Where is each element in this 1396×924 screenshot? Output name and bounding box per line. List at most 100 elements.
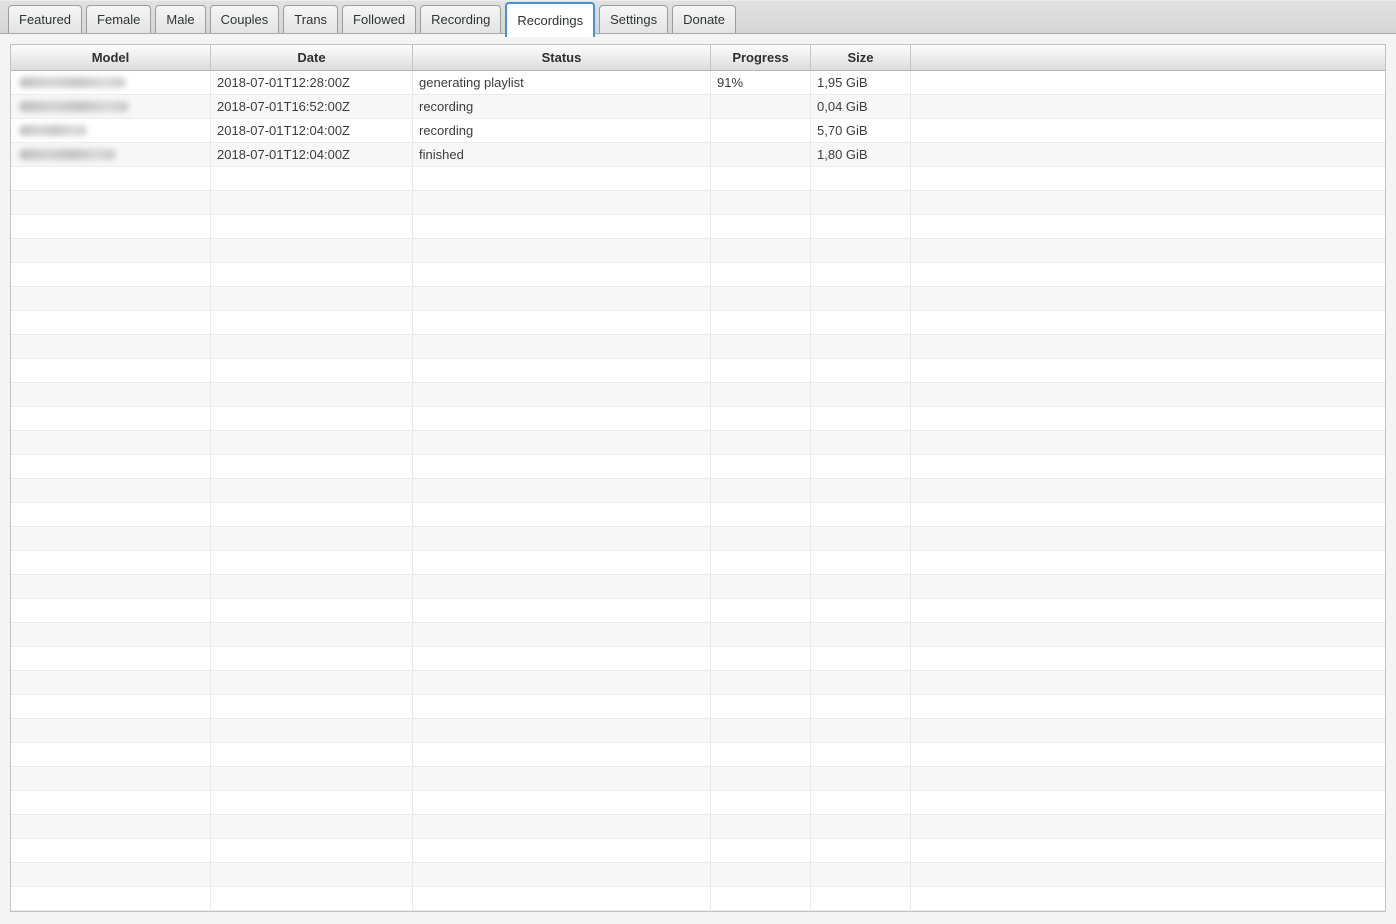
cell-size bbox=[811, 551, 911, 574]
table-row-empty[interactable] bbox=[11, 815, 1385, 839]
table-row-empty[interactable] bbox=[11, 623, 1385, 647]
cell-model bbox=[11, 695, 211, 718]
cell-size bbox=[811, 359, 911, 382]
cell-size: 1,80 GiB bbox=[811, 143, 911, 166]
table-row-empty[interactable] bbox=[11, 455, 1385, 479]
table-row-empty[interactable] bbox=[11, 647, 1385, 671]
table-row-empty[interactable] bbox=[11, 599, 1385, 623]
cell-status bbox=[413, 815, 711, 838]
table-row-empty[interactable] bbox=[11, 383, 1385, 407]
table-row-empty[interactable] bbox=[11, 311, 1385, 335]
cell-empty bbox=[911, 887, 1385, 910]
table-row-empty[interactable] bbox=[11, 839, 1385, 863]
table-row-empty[interactable] bbox=[11, 743, 1385, 767]
tab-couples[interactable]: Couples bbox=[210, 5, 280, 33]
cell-status bbox=[413, 791, 711, 814]
cell-model bbox=[11, 431, 211, 454]
cell-status bbox=[413, 167, 711, 190]
cell-status bbox=[413, 551, 711, 574]
table-row-empty[interactable] bbox=[11, 359, 1385, 383]
cell-empty bbox=[911, 791, 1385, 814]
table-row-empty[interactable] bbox=[11, 287, 1385, 311]
cell-size bbox=[811, 815, 911, 838]
cell-date bbox=[211, 863, 413, 886]
table-row-empty[interactable] bbox=[11, 575, 1385, 599]
table-row-empty[interactable] bbox=[11, 551, 1385, 575]
cell-progress bbox=[711, 143, 811, 166]
cell-progress bbox=[711, 503, 811, 526]
cell-empty bbox=[911, 599, 1385, 622]
cell-size bbox=[811, 239, 911, 262]
column-header-progress[interactable]: Progress bbox=[711, 45, 811, 71]
cell-date: 2018-07-01T12:04:00Z bbox=[211, 143, 413, 166]
tab-donate[interactable]: Donate bbox=[672, 5, 736, 33]
column-header-size[interactable]: Size bbox=[811, 45, 911, 71]
table-row-empty[interactable] bbox=[11, 215, 1385, 239]
cell-status bbox=[413, 287, 711, 310]
table-row-empty[interactable] bbox=[11, 431, 1385, 455]
cell-date bbox=[211, 311, 413, 334]
table-row-empty[interactable] bbox=[11, 695, 1385, 719]
table-row-empty[interactable] bbox=[11, 527, 1385, 551]
tab-settings[interactable]: Settings bbox=[599, 5, 668, 33]
column-header-model[interactable]: Model bbox=[11, 45, 211, 71]
table-row[interactable]: 2018-07-01T12:28:00Zgenerating playlist9… bbox=[11, 71, 1385, 95]
tab-male[interactable]: Male bbox=[155, 5, 205, 33]
cell-status: recording bbox=[413, 95, 711, 118]
cell-model bbox=[11, 263, 211, 286]
cell-status bbox=[413, 311, 711, 334]
cell-status bbox=[413, 743, 711, 766]
column-header-empty[interactable] bbox=[911, 45, 1385, 71]
tab-trans[interactable]: Trans bbox=[283, 5, 338, 33]
tab-female[interactable]: Female bbox=[86, 5, 151, 33]
cell-empty bbox=[911, 455, 1385, 478]
table-row-empty[interactable] bbox=[11, 407, 1385, 431]
table-row-empty[interactable] bbox=[11, 887, 1385, 911]
model-name-redacted bbox=[19, 77, 126, 88]
cell-empty bbox=[911, 407, 1385, 430]
column-header-date[interactable]: Date bbox=[211, 45, 413, 71]
cell-size bbox=[811, 527, 911, 550]
table-row-empty[interactable] bbox=[11, 863, 1385, 887]
model-name-redacted bbox=[19, 101, 129, 112]
table-row[interactable]: 2018-07-01T12:04:00Zrecording5,70 GiB bbox=[11, 119, 1385, 143]
cell-size bbox=[811, 887, 911, 910]
table-row-empty[interactable] bbox=[11, 335, 1385, 359]
table-row-empty[interactable] bbox=[11, 239, 1385, 263]
table-row[interactable]: 2018-07-01T12:04:00Zfinished 1,80 GiB bbox=[11, 143, 1385, 167]
cell-date bbox=[211, 599, 413, 622]
table-row-empty[interactable] bbox=[11, 671, 1385, 695]
cell-size bbox=[811, 839, 911, 862]
cell-progress bbox=[711, 95, 811, 118]
cell-model bbox=[11, 623, 211, 646]
table-row-empty[interactable] bbox=[11, 263, 1385, 287]
cell-empty bbox=[911, 215, 1385, 238]
table-row-empty[interactable] bbox=[11, 191, 1385, 215]
cell-date bbox=[211, 791, 413, 814]
table-row-empty[interactable] bbox=[11, 167, 1385, 191]
cell-model bbox=[11, 455, 211, 478]
cell-empty bbox=[911, 551, 1385, 574]
table-row-empty[interactable] bbox=[11, 503, 1385, 527]
cell-empty bbox=[911, 647, 1385, 670]
tab-recordings[interactable]: Recordings bbox=[505, 2, 595, 37]
cell-status bbox=[413, 239, 711, 262]
table-row-empty[interactable] bbox=[11, 479, 1385, 503]
cell-size: 5,70 GiB bbox=[811, 119, 911, 142]
tab-recording[interactable]: Recording bbox=[420, 5, 501, 33]
cell-status: finished bbox=[413, 143, 711, 166]
tab-featured[interactable]: Featured bbox=[8, 5, 82, 33]
table-row-empty[interactable] bbox=[11, 719, 1385, 743]
model-name-redacted bbox=[19, 125, 87, 136]
tab-followed[interactable]: Followed bbox=[342, 5, 416, 33]
cell-progress bbox=[711, 623, 811, 646]
column-header-status[interactable]: Status bbox=[413, 45, 711, 71]
cell-empty bbox=[911, 479, 1385, 502]
table-row[interactable]: 2018-07-01T16:52:00Zrecording0,04 GiB bbox=[11, 95, 1385, 119]
table-row-empty[interactable] bbox=[11, 791, 1385, 815]
cell-model bbox=[11, 527, 211, 550]
cell-progress bbox=[711, 527, 811, 550]
cell-date bbox=[211, 887, 413, 910]
cell-status bbox=[413, 863, 711, 886]
table-row-empty[interactable] bbox=[11, 767, 1385, 791]
